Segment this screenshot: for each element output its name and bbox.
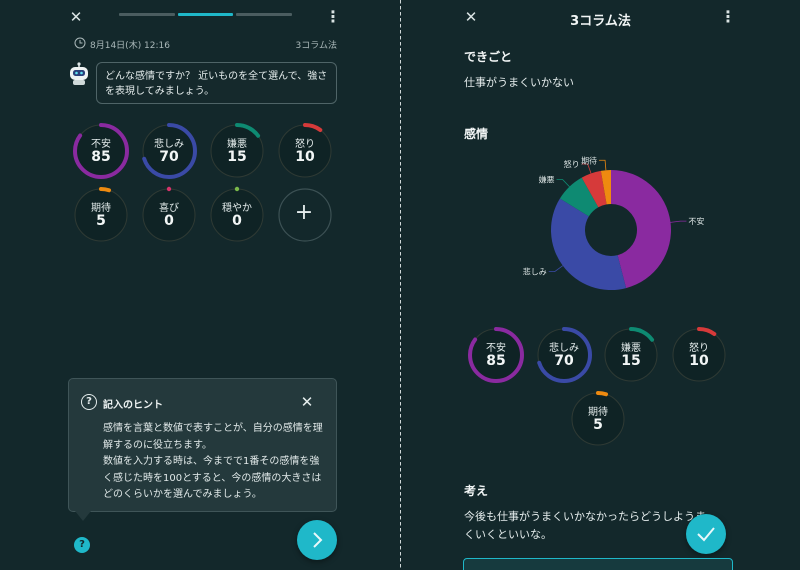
- emotion-gauge[interactable]: 悲しみ 70: [535, 326, 593, 384]
- screen-title: 3コラム法: [570, 14, 631, 29]
- gauge-label: 不安: [91, 139, 111, 150]
- add-emotion-button[interactable]: +: [276, 186, 334, 244]
- gauge-label: 悲しみ: [549, 343, 579, 354]
- emotion-gauge[interactable]: 不安 85: [467, 326, 525, 384]
- emotion-gauge[interactable]: 穏やか 0: [208, 186, 266, 244]
- gauge-value: 15: [621, 353, 641, 369]
- gauge-label: 穏やか: [222, 203, 252, 214]
- bottom-action-button[interactable]: [463, 558, 733, 570]
- method-label: 3コラム法: [295, 41, 337, 51]
- thought-heading: 考え: [464, 484, 489, 498]
- kebab-menu-icon[interactable]: ⋮: [720, 7, 736, 27]
- gauge-label: 期待: [91, 203, 111, 214]
- kebab-menu-icon[interactable]: ⋮: [325, 7, 341, 27]
- emotion-gauge[interactable]: 喜び 0: [140, 186, 198, 244]
- help-icon[interactable]: ?: [74, 537, 90, 553]
- gauge-label: 怒り: [295, 139, 315, 150]
- hint-paragraph-1: 感情を言葉と数値で表すことが、自分の感情を理解するのに役立ちます。: [103, 423, 323, 451]
- event-text: 仕事がうまくいかない: [464, 76, 574, 89]
- question-icon: ?: [81, 394, 97, 410]
- donut-label: 期待: [581, 155, 597, 165]
- done-button[interactable]: [686, 514, 726, 554]
- hint-body: 感情を言葉と数値で表すことが、自分の感情を理解するのに役立ちます。 数値を入力す…: [103, 421, 323, 504]
- donut-leader-line: [599, 159, 607, 171]
- emotion-gauge[interactable]: 嫌悪 15: [602, 326, 660, 384]
- gauge-label: 喜び: [159, 203, 179, 214]
- plus-icon: +: [294, 200, 314, 225]
- close-icon[interactable]: ✕: [66, 7, 86, 27]
- progress-step-1: [119, 13, 175, 16]
- emotion-gauge[interactable]: 嫌悪 15: [208, 122, 266, 180]
- donut-leader-line: [670, 220, 687, 223]
- donut-leader-line: [556, 179, 570, 187]
- gauge-label: 悲しみ: [154, 139, 184, 150]
- gauge-value: 10: [689, 353, 709, 369]
- donut-label: 悲しみ: [523, 267, 547, 277]
- emotion-gauge[interactable]: 悲しみ 70: [140, 122, 198, 180]
- thought-text: 今後も仕事がうまくいかなかったらどうしようまくいくといいな。: [464, 510, 706, 541]
- entry-date: 8月14日(木) 12:16: [90, 41, 170, 51]
- emotion-input-screen: ✕ ⋮ 8月14日(木) 12:16 3コラム法 どんな感情ですか？ 近いものを…: [0, 0, 400, 570]
- gauge-dot: [166, 186, 172, 192]
- chevron-right-icon: [313, 532, 323, 548]
- gauge-label: 嫌悪: [227, 139, 247, 150]
- emotion-donut-chart: 不安悲しみ 嫌悪怒り 期待: [523, 155, 704, 290]
- progress-step-3: [236, 13, 293, 16]
- clock-icon: [74, 37, 86, 49]
- check-icon: [697, 527, 715, 542]
- gauge-value: 70: [159, 149, 179, 165]
- gauge-value: 5: [593, 417, 603, 433]
- gauge-value: 70: [554, 353, 574, 369]
- assistant-prompt-bubble: どんな感情ですか？ 近いものを全て選んで、強さを表現してみましょう。: [96, 62, 337, 104]
- donut-leader-line: [548, 265, 563, 273]
- emotion-gauge[interactable]: 不安 85: [72, 122, 130, 180]
- donut-leader-line: [581, 163, 592, 174]
- donut-label: 嫌悪: [539, 174, 555, 184]
- gauge-value: 85: [91, 149, 111, 165]
- gauge-label: 期待: [588, 407, 608, 418]
- emotion-heading: 感情: [464, 127, 489, 141]
- robot-avatar: [70, 62, 88, 85]
- hint-paragraph-2: 数値を入力する時は、今までで1番その感情を強く感じた時を100とすると、今の感情…: [103, 456, 322, 500]
- gauge-label: 怒り: [689, 343, 709, 354]
- next-button[interactable]: [297, 520, 337, 560]
- gauge-value: 5: [96, 213, 106, 229]
- hint-card: ? 記入のヒント ✕ 感情を言葉と数値で表すことが、自分の感情を理解するのに役立…: [68, 378, 337, 512]
- emotion-gauge[interactable]: 怒り 10: [670, 326, 728, 384]
- donut-label: 怒り: [564, 159, 580, 169]
- event-heading: できごと: [464, 50, 513, 64]
- hint-title: 記入のヒント: [103, 400, 163, 411]
- three-column-summary-screen: ✕ 3コラム法 ⋮ できごと 仕事がうまくいかない 感情 不安 悲しみ 嫌悪 怒り 期待…: [401, 0, 800, 570]
- hint-close-icon[interactable]: ✕: [298, 393, 316, 411]
- donut-label: 不安: [688, 216, 704, 226]
- gauge-value: 85: [486, 353, 506, 369]
- emotion-gauge[interactable]: 期待 5: [569, 390, 627, 448]
- gauge-value: 15: [227, 149, 247, 165]
- gauge-dot: [234, 186, 240, 192]
- gauge-label: 嫌悪: [621, 343, 641, 354]
- emotion-gauge[interactable]: 怒り 10: [276, 122, 334, 180]
- gauge-value: 0: [164, 213, 174, 229]
- emotion-gauge[interactable]: 期待 5: [72, 186, 130, 244]
- progress-step-2: [177, 13, 234, 16]
- gauge-value: 0: [232, 213, 242, 229]
- gauge-value: 10: [295, 149, 315, 165]
- gauge-label: 不安: [486, 343, 506, 354]
- step-progress: [119, 13, 293, 16]
- hint-pointer: [75, 511, 91, 521]
